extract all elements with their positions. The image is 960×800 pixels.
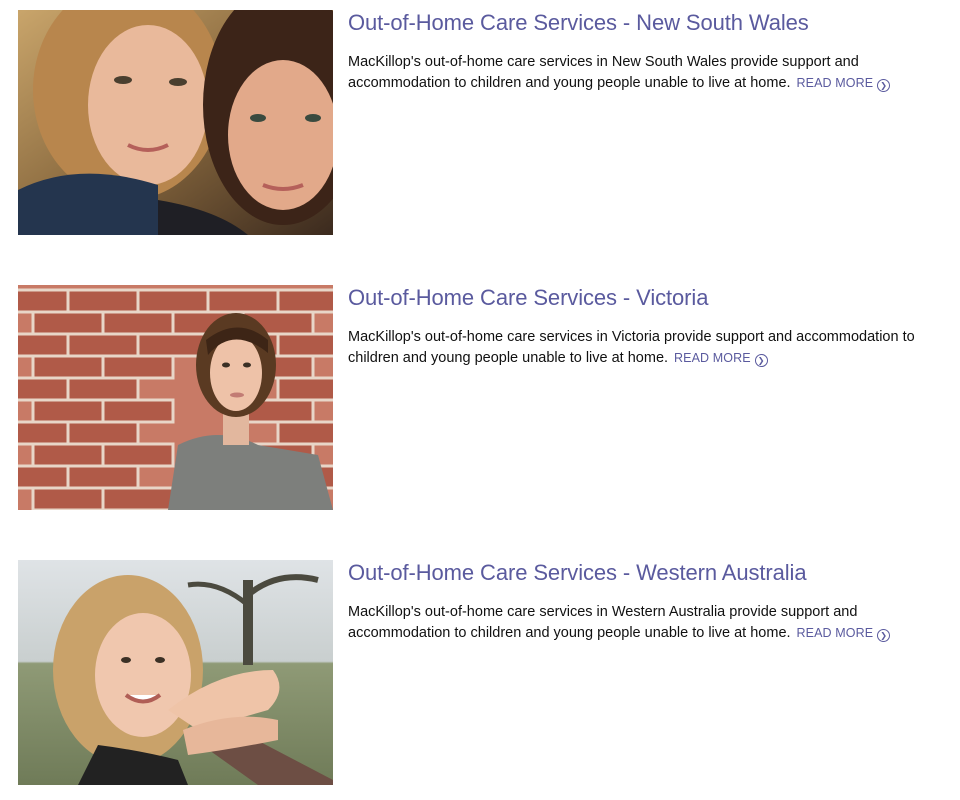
service-title-western-australia[interactable]: Out-of-Home Care Services - Western Aust… xyxy=(348,560,807,586)
service-content-nsw: Out-of-Home Care Services - New South Wa… xyxy=(348,10,953,94)
service-photo-nsw[interactable] xyxy=(18,10,333,235)
read-more-link-western-australia[interactable]: READ MORE ❯ xyxy=(797,623,891,644)
service-description-text: MacKillop's out-of-home care services in… xyxy=(348,54,859,91)
service-description-victoria: MacKillop's out-of-home care services in… xyxy=(348,327,953,369)
service-description-western-australia: MacKillop's out-of-home care services in… xyxy=(348,602,953,644)
service-photo-victoria[interactable] xyxy=(18,285,333,510)
service-item-nsw: Out-of-Home Care Services - New South Wa… xyxy=(18,10,953,236)
service-content-western-australia: Out-of-Home Care Services - Western Aust… xyxy=(348,560,953,644)
read-more-link-nsw[interactable]: READ MORE ❯ xyxy=(797,73,891,94)
service-title-victoria[interactable]: Out-of-Home Care Services - Victoria xyxy=(348,285,708,311)
read-more-label: READ MORE xyxy=(796,626,874,640)
read-more-label: READ MORE xyxy=(796,76,874,90)
service-description-nsw: MacKillop's out-of-home care services in… xyxy=(348,52,953,94)
service-description-text: MacKillop's out-of-home care services in… xyxy=(348,329,915,366)
service-photo-western-australia[interactable] xyxy=(18,560,333,785)
service-description-text: MacKillop's out-of-home care services in… xyxy=(348,604,858,641)
chevron-circle-right-icon: ❯ xyxy=(877,79,891,92)
service-item-western-australia: Out-of-Home Care Services - Western Aust… xyxy=(18,560,953,786)
service-item-victoria: Out-of-Home Care Services - Victoria Mac… xyxy=(18,285,953,511)
service-list: Out-of-Home Care Services - New South Wa… xyxy=(0,0,960,800)
read-more-label: READ MORE xyxy=(674,351,751,365)
service-title-nsw[interactable]: Out-of-Home Care Services - New South Wa… xyxy=(348,10,809,36)
chevron-circle-right-icon: ❯ xyxy=(877,629,891,642)
chevron-circle-right-icon: ❯ xyxy=(754,354,768,367)
service-content-victoria: Out-of-Home Care Services - Victoria Mac… xyxy=(348,285,953,369)
read-more-link-victoria[interactable]: READ MORE ❯ xyxy=(674,348,768,369)
